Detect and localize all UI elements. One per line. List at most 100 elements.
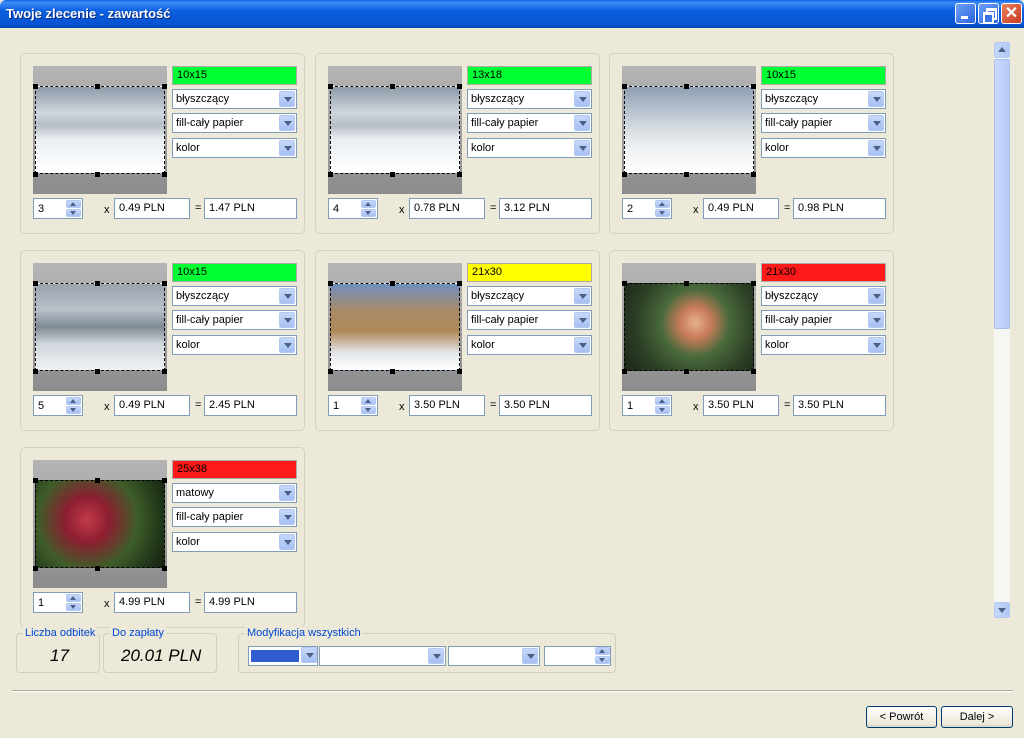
finish-select[interactable]: błyszczący [761,286,886,306]
restore-button[interactable] [978,3,999,24]
fit-select[interactable]: fill-cały papier [761,310,886,330]
chevron-down-icon[interactable] [279,509,295,525]
chevron-down-icon[interactable] [279,485,295,501]
stepper-down-icon[interactable] [66,603,81,611]
crop-handle-icon[interactable] [328,172,333,177]
stepper-down-icon[interactable] [655,406,670,414]
scroll-up-arrow-icon[interactable] [994,42,1010,58]
quantity-stepper[interactable]: 5 [33,395,83,416]
quantity-stepper[interactable]: 4 [328,198,378,219]
print-size-label[interactable]: 10x15 [761,66,886,85]
finish-select[interactable]: błyszczący [467,286,592,306]
crop-handle-icon[interactable] [33,478,38,483]
crop-handle-icon[interactable] [162,478,167,483]
chevron-down-icon[interactable] [279,312,295,328]
chevron-down-icon[interactable] [522,648,538,664]
crop-handle-icon[interactable] [95,84,100,89]
stepper-up-icon[interactable] [655,200,670,208]
finish-select[interactable]: błyszczący [172,89,297,109]
crop-handle-icon[interactable] [95,281,100,286]
modify-quantity-stepper[interactable] [544,646,611,666]
chevron-down-icon[interactable] [868,140,884,156]
print-size-label[interactable]: 25x38 [172,460,297,479]
crop-handle-icon[interactable] [684,369,689,374]
finish-select[interactable]: błyszczący [172,286,297,306]
print-size-label[interactable]: 13x18 [467,66,592,85]
crop-handle-icon[interactable] [162,369,167,374]
vertical-scrollbar[interactable] [994,42,1010,618]
stepper-up-icon[interactable] [361,200,376,208]
crop-handle-icon[interactable] [328,281,333,286]
crop-handle-icon[interactable] [33,172,38,177]
photo-thumbnail[interactable] [622,66,756,194]
chevron-down-icon[interactable] [279,115,295,131]
close-button[interactable]: ✕ [1001,3,1022,24]
stepper-up-icon[interactable] [655,397,670,405]
crop-handle-icon[interactable] [390,281,395,286]
stepper-up-icon[interactable] [66,200,81,208]
quantity-stepper[interactable]: 1 [33,592,83,613]
crop-handle-icon[interactable] [684,84,689,89]
photo-thumbnail[interactable] [328,66,462,194]
print-size-label[interactable]: 10x15 [172,66,297,85]
chevron-down-icon[interactable] [279,534,295,550]
quantity-stepper[interactable]: 2 [622,198,672,219]
crop-handle-icon[interactable] [328,369,333,374]
photo-thumbnail[interactable] [33,66,167,194]
chevron-down-icon[interactable] [428,648,444,664]
chevron-down-icon[interactable] [868,115,884,131]
quantity-stepper[interactable]: 1 [328,395,378,416]
crop-handle-icon[interactable] [390,84,395,89]
photo-thumbnail[interactable] [33,263,167,391]
print-size-label[interactable]: 21x30 [761,263,886,282]
crop-handle-icon[interactable] [622,281,627,286]
stepper-down-icon[interactable] [655,209,670,217]
chevron-down-icon[interactable] [574,140,590,156]
chevron-down-icon[interactable] [574,288,590,304]
crop-handle-icon[interactable] [457,369,462,374]
back-button[interactable]: < Powrót [866,706,937,728]
chevron-down-icon[interactable] [279,337,295,353]
chevron-down-icon[interactable] [574,312,590,328]
crop-handle-icon[interactable] [390,369,395,374]
chevron-down-icon[interactable] [574,337,590,353]
finish-select[interactable]: matowy [172,483,297,503]
stepper-down-icon[interactable] [66,406,81,414]
modify-color-select[interactable] [248,646,318,666]
fit-select[interactable]: fill-cały papier [172,310,297,330]
crop-handle-icon[interactable] [33,84,38,89]
crop-handle-icon[interactable] [751,369,756,374]
chevron-down-icon[interactable] [574,115,590,131]
crop-handle-icon[interactable] [162,281,167,286]
photo-thumbnail[interactable] [33,460,167,588]
crop-handle-icon[interactable] [622,84,627,89]
crop-handle-icon[interactable] [622,172,627,177]
crop-handle-icon[interactable] [33,566,38,571]
print-size-label[interactable]: 10x15 [172,263,297,282]
print-size-label[interactable]: 21x30 [467,263,592,282]
chevron-down-icon[interactable] [868,312,884,328]
crop-handle-icon[interactable] [33,281,38,286]
chevron-down-icon[interactable] [868,91,884,107]
stepper-up-icon[interactable] [66,397,81,405]
crop-handle-icon[interactable] [684,172,689,177]
crop-handle-icon[interactable] [751,281,756,286]
crop-handle-icon[interactable] [162,172,167,177]
stepper-up-icon[interactable] [595,647,610,655]
stepper-down-icon[interactable] [361,209,376,217]
crop-handle-icon[interactable] [457,172,462,177]
crop-handle-icon[interactable] [95,369,100,374]
next-button[interactable]: Dalej > [941,706,1013,728]
chevron-down-icon[interactable] [279,288,295,304]
stepper-up-icon[interactable] [361,397,376,405]
stepper-up-icon[interactable] [66,594,81,602]
quantity-stepper[interactable]: 1 [622,395,672,416]
crop-handle-icon[interactable] [390,172,395,177]
modify-finish-select[interactable] [448,646,540,666]
fit-select[interactable]: fill-cały papier [467,310,592,330]
fit-select[interactable]: fill-cały papier [761,113,886,133]
crop-handle-icon[interactable] [33,369,38,374]
crop-handle-icon[interactable] [162,84,167,89]
crop-handle-icon[interactable] [95,566,100,571]
minimize-button[interactable] [955,3,976,24]
